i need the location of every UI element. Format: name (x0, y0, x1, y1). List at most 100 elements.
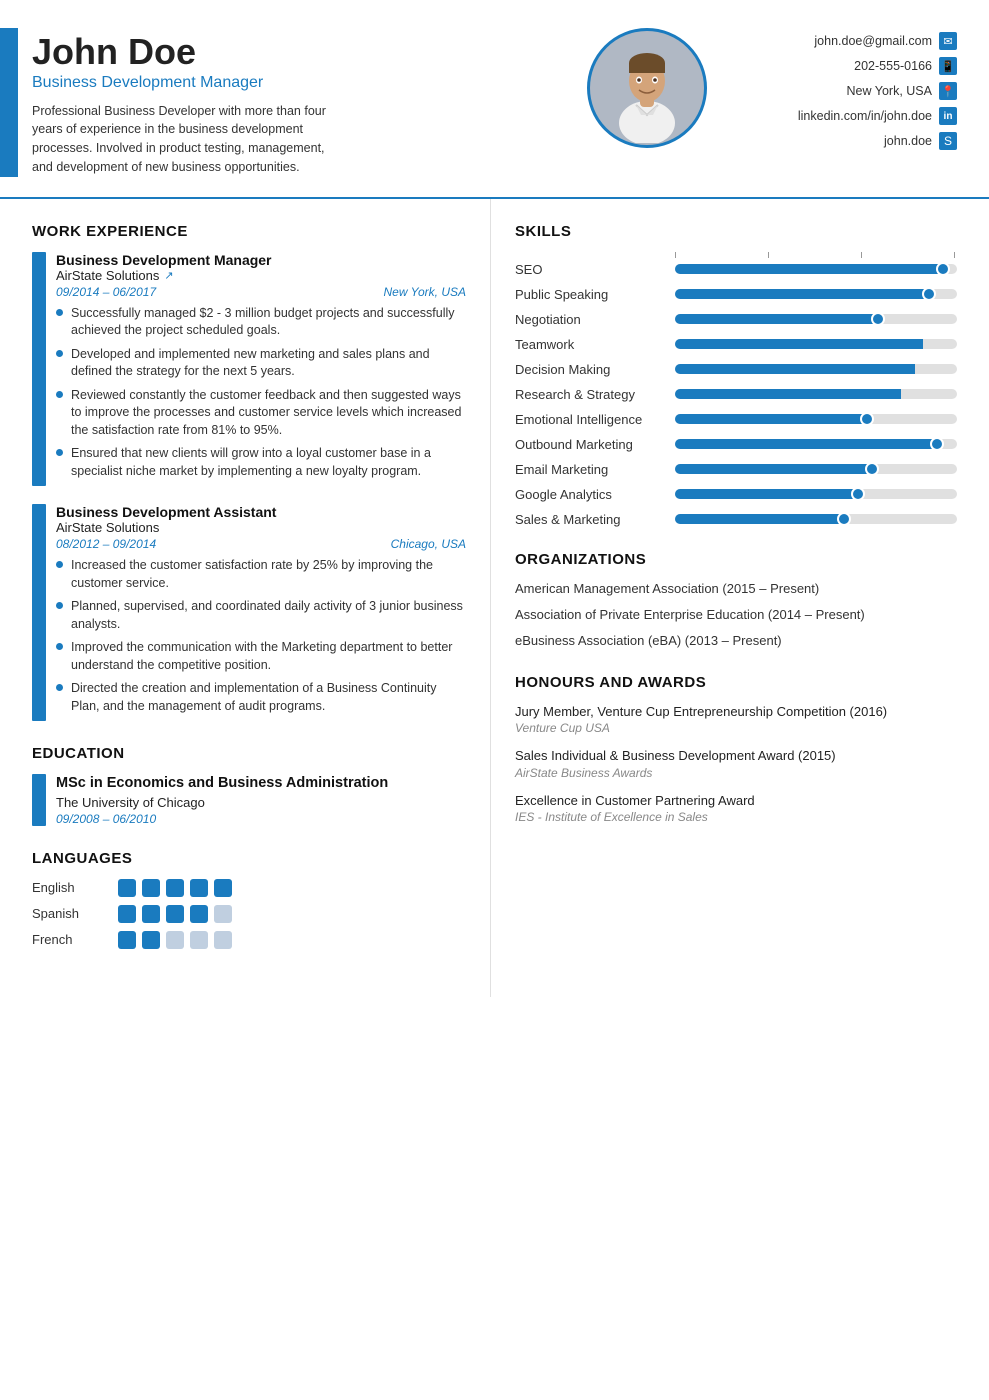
contact-phone: 202-555-0166 📱 (854, 57, 957, 75)
honour-title-3: Excellence in Customer Partnering Award (515, 792, 957, 810)
organizations-section: ORGANIZATIONS American Management Associ… (515, 551, 957, 651)
phone-text: 202-555-0166 (854, 59, 932, 73)
bullet-dot (56, 449, 63, 456)
bullet-dot (56, 350, 63, 357)
skill-bar-fill-1 (675, 289, 929, 299)
skill-row-1: Public Speaking (515, 287, 957, 302)
skill-name-5: Research & Strategy (515, 387, 665, 402)
contact-block: john.doe@gmail.com ✉ 202-555-0166 📱 New … (737, 28, 957, 150)
skill-bar-knob (930, 437, 944, 451)
honours-title: HONOURS AND AWARDS (515, 674, 957, 691)
edu-entry-1: MSc in Economics and Business Administra… (32, 774, 466, 826)
bullet-2-1: Increased the customer satisfaction rate… (56, 557, 466, 592)
skill-row-10: Sales & Marketing (515, 512, 957, 527)
skill-bar-knob (922, 287, 936, 301)
skill-bar-bg-6 (675, 414, 957, 424)
photo-block (587, 28, 707, 148)
email-icon: ✉ (939, 32, 957, 50)
tick (768, 252, 769, 258)
bullet-dot (56, 643, 63, 650)
lang-dot (214, 879, 232, 897)
lang-dot (118, 879, 136, 897)
bullet-2-2: Planned, supervised, and coordinated dai… (56, 598, 466, 633)
skill-bar-bg-0 (675, 264, 957, 274)
bullet-1-4: Ensured that new clients will grow into … (56, 445, 466, 480)
date-location-1: 09/2014 – 06/2017 New York, USA (56, 285, 466, 299)
skill-bar-fill-2 (675, 314, 878, 324)
org-item-3: eBusiness Association (eBA) (2013 – Pres… (515, 632, 957, 650)
work-entry-2: Business Development Assistant AirState … (32, 504, 466, 721)
languages-section: LANGUAGES English Spanish (32, 850, 466, 949)
skill-row-8: Email Marketing (515, 462, 957, 477)
skill-row-6: Emotional Intelligence (515, 412, 957, 427)
skill-name-1: Public Speaking (515, 287, 665, 302)
skill-bar-fill-3 (675, 339, 923, 349)
org-item-2: Association of Private Enterprise Educat… (515, 606, 957, 624)
dates-1: 09/2014 – 06/2017 (56, 285, 156, 299)
lang-dot (214, 931, 232, 949)
skill-ticks (515, 252, 957, 258)
lang-row-english: English (32, 879, 466, 897)
honour-title-1: Jury Member, Venture Cup Entrepreneurshi… (515, 703, 957, 721)
skill-bar-fill-4 (675, 364, 915, 374)
skill-bar-knob (860, 412, 874, 426)
edu-university: The University of Chicago (56, 795, 388, 810)
email-text: john.doe@gmail.com (814, 34, 932, 48)
skill-row-7: Outbound Marketing (515, 437, 957, 452)
tick (954, 252, 955, 258)
education-title: EDUCATION (32, 745, 466, 762)
lang-dot (166, 905, 184, 923)
bullets-1: Successfully managed $2 - 3 million budg… (56, 305, 466, 481)
left-column: WORK EXPERIENCE Business Development Man… (0, 199, 490, 997)
bullets-2: Increased the customer satisfaction rate… (56, 557, 466, 715)
skill-row-5: Research & Strategy (515, 387, 957, 402)
honour-item-1: Jury Member, Venture Cup Entrepreneurshi… (515, 703, 957, 735)
edu-degree: MSc in Economics and Business Administra… (56, 774, 388, 793)
bullet-dot (56, 309, 63, 316)
org-item-1: American Management Association (2015 – … (515, 580, 957, 598)
edu-entry-content: MSc in Economics and Business Administra… (56, 774, 388, 826)
lang-row-french: French (32, 931, 466, 949)
lang-dot (118, 905, 136, 923)
bullet-2-3: Improved the communication with the Mark… (56, 639, 466, 674)
honour-org-1: Venture Cup USA (515, 721, 957, 735)
skill-name-0: SEO (515, 262, 665, 277)
skills-container: SEOPublic SpeakingNegotiationTeamworkDec… (515, 262, 957, 527)
location-2: Chicago, USA (391, 537, 466, 551)
skill-row-0: SEO (515, 262, 957, 277)
external-link-icon-1: ↗ (164, 269, 173, 282)
candidate-name: John Doe (32, 32, 557, 72)
bullet-dot (56, 602, 63, 609)
honour-org-3: IES - Institute of Excellence in Sales (515, 810, 957, 824)
skill-name-9: Google Analytics (515, 487, 665, 502)
header-name-block: John Doe Business Development Manager Pr… (32, 28, 557, 177)
company-1: AirState Solutions ↗ (56, 268, 466, 283)
lang-row-spanish: Spanish (32, 905, 466, 923)
skill-bar-bg-1 (675, 289, 957, 299)
skill-name-2: Negotiation (515, 312, 665, 327)
skill-row-9: Google Analytics (515, 487, 957, 502)
phone-icon: 📱 (939, 57, 957, 75)
skill-name-10: Sales & Marketing (515, 512, 665, 527)
skill-bar-knob (871, 312, 885, 326)
skill-bar-knob (865, 462, 879, 476)
lang-dot (190, 931, 208, 949)
skill-bar-fill-6 (675, 414, 867, 424)
lang-dots-english (118, 879, 232, 897)
skill-bar-bg-4 (675, 364, 957, 374)
skill-name-6: Emotional Intelligence (515, 412, 665, 427)
dates-2: 08/2012 – 09/2014 (56, 537, 156, 551)
skill-bar-knob (936, 262, 950, 276)
bullet-dot (56, 561, 63, 568)
edu-dates: 09/2008 – 06/2010 (56, 812, 388, 826)
job-title-1: Business Development Manager (56, 252, 466, 268)
contact-skype: john.doe S (884, 132, 957, 150)
contact-location: New York, USA 📍 (847, 82, 957, 100)
skill-name-8: Email Marketing (515, 462, 665, 477)
candidate-summary: Professional Business Developer with mor… (32, 102, 342, 177)
skill-bar-bg-10 (675, 514, 957, 524)
candidate-title: Business Development Manager (32, 74, 557, 92)
skill-bar-bg-8 (675, 464, 957, 474)
lang-dot (190, 905, 208, 923)
skill-name-3: Teamwork (515, 337, 665, 352)
